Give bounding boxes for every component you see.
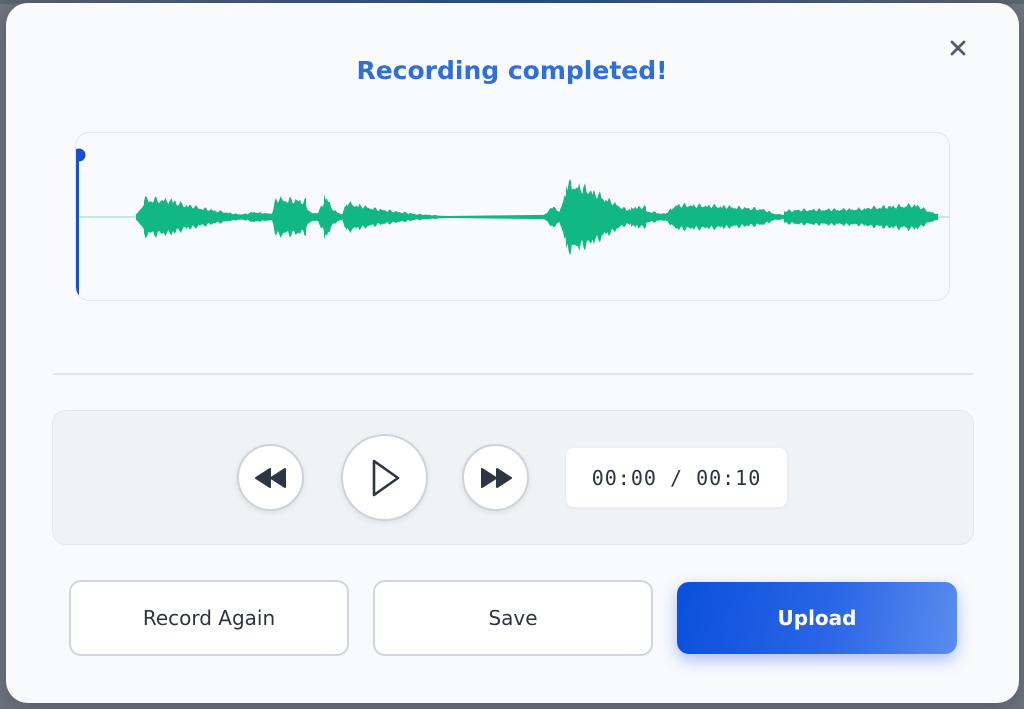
record-again-button[interactable]: Record Again [69, 580, 349, 656]
rewind-icon [254, 467, 286, 488]
divider [53, 373, 973, 375]
rewind-button[interactable] [237, 444, 304, 511]
total-time: 00:10 [696, 465, 762, 490]
save-button[interactable]: Save [373, 580, 653, 656]
waveform-panel[interactable] [75, 132, 950, 301]
fast-forward-button[interactable] [462, 444, 529, 511]
fast-forward-icon [480, 467, 512, 488]
playhead [76, 149, 79, 300]
play-icon [372, 459, 399, 496]
time-separator: / [656, 465, 697, 490]
current-time: 00:00 [591, 465, 657, 490]
waveform [76, 148, 949, 300]
play-button[interactable] [341, 434, 428, 521]
close-icon [950, 40, 966, 56]
playhead-handle [76, 148, 86, 162]
dialog-title: Recording completed! [356, 56, 668, 85]
upload-button[interactable]: Upload [677, 582, 957, 654]
waveform-shape [136, 178, 938, 256]
time-display: 00:00 / 00:10 [566, 448, 787, 507]
